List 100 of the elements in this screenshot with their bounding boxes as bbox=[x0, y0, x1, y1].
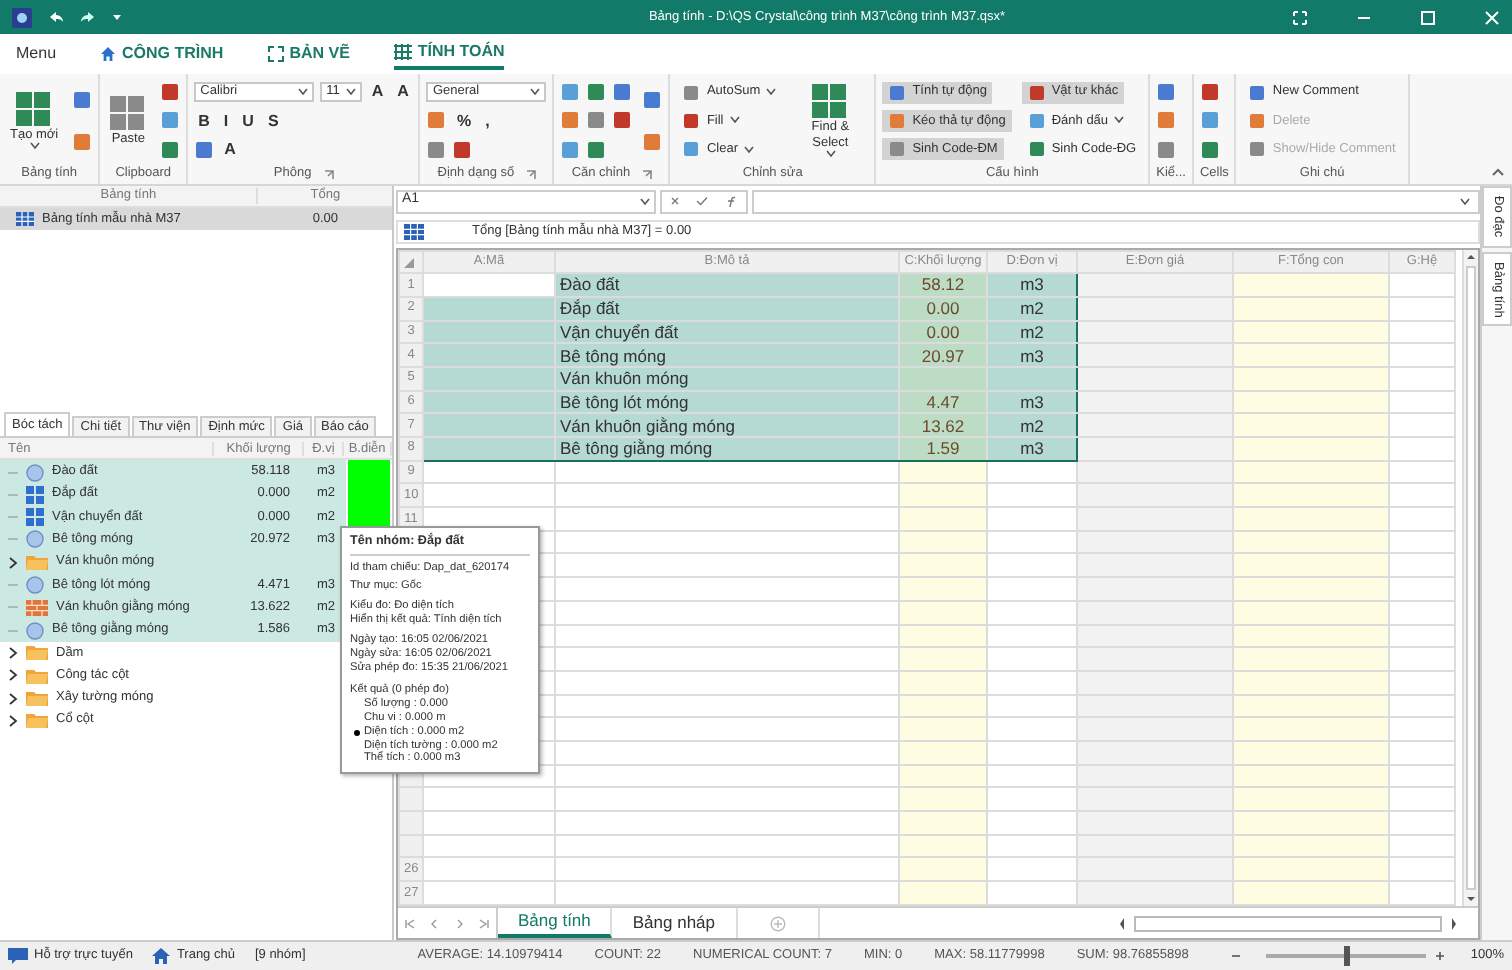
square-icon[interactable] bbox=[1199, 139, 1220, 160]
format-button[interactable]: % bbox=[452, 111, 476, 131]
launcher-icon[interactable] bbox=[526, 169, 537, 179]
table-cell[interactable] bbox=[423, 390, 555, 414]
square-icon[interactable] bbox=[560, 139, 581, 160]
square-icon[interactable] bbox=[642, 132, 663, 153]
square-icon[interactable] bbox=[426, 110, 447, 131]
cancel-icon[interactable] bbox=[670, 196, 681, 206]
scroll-up-icon[interactable] bbox=[1464, 250, 1478, 264]
table-cell: Vận chuyển đất bbox=[555, 320, 899, 344]
square-icon[interactable] bbox=[426, 139, 447, 160]
square-icon[interactable] bbox=[1027, 111, 1046, 130]
table-icon bbox=[393, 44, 412, 60]
table-cell[interactable] bbox=[423, 273, 555, 297]
square-icon[interactable] bbox=[612, 82, 633, 103]
square-icon[interactable] bbox=[682, 140, 701, 159]
sphere-icon bbox=[26, 621, 44, 640]
table-cell[interactable] bbox=[423, 413, 555, 437]
scroll-left-icon[interactable] bbox=[1118, 915, 1130, 931]
sheet-tab[interactable]: Bảng nháp bbox=[612, 908, 738, 938]
function-icon[interactable] bbox=[725, 195, 738, 207]
home-icon bbox=[152, 948, 171, 964]
format-button[interactable]: A bbox=[220, 139, 240, 160]
square-icon[interactable] bbox=[160, 82, 181, 103]
table-cell: Đắp đất bbox=[555, 296, 899, 321]
square-icon[interactable] bbox=[586, 110, 607, 131]
ribbon-tab[interactable]: CÔNG TRÌNH bbox=[100, 40, 224, 68]
format-button[interactable]: B bbox=[194, 111, 214, 131]
first-icon[interactable] bbox=[404, 917, 417, 929]
scroll-thumb[interactable] bbox=[1466, 266, 1476, 890]
square-icon[interactable] bbox=[1027, 83, 1046, 102]
format-button[interactable]: A bbox=[367, 82, 388, 103]
ribbon-tab[interactable]: Menu bbox=[16, 40, 57, 68]
table-cell[interactable] bbox=[423, 320, 555, 344]
square-icon[interactable] bbox=[1199, 82, 1220, 103]
square-icon[interactable] bbox=[1199, 110, 1220, 131]
square-icon[interactable] bbox=[160, 139, 181, 160]
ribbon-tab[interactable]: BẢN VẼ bbox=[267, 40, 350, 68]
table-cell[interactable] bbox=[423, 343, 555, 367]
square-icon[interactable] bbox=[560, 82, 581, 103]
scroll-thumb[interactable] bbox=[1134, 915, 1442, 931]
table-cell[interactable] bbox=[423, 296, 555, 321]
square-icon[interactable] bbox=[682, 83, 701, 102]
launcher-icon[interactable] bbox=[642, 169, 653, 179]
square-icon[interactable] bbox=[1156, 82, 1177, 103]
format-button[interactable]: I bbox=[219, 111, 233, 131]
previous-icon[interactable] bbox=[428, 917, 441, 929]
caret-icon bbox=[298, 88, 309, 97]
square-icon[interactable] bbox=[1156, 110, 1177, 131]
square-icon[interactable] bbox=[586, 139, 607, 160]
folder-icon bbox=[26, 667, 48, 684]
scroll-right-icon[interactable] bbox=[1446, 915, 1458, 931]
sphere-icon bbox=[26, 530, 44, 549]
caret-icon bbox=[345, 88, 356, 97]
square-icon[interactable] bbox=[72, 132, 93, 153]
chevron-icon[interactable] bbox=[8, 555, 18, 570]
grid-icon bbox=[110, 95, 147, 132]
square-icon[interactable] bbox=[682, 111, 701, 130]
caret-icon bbox=[766, 88, 777, 97]
collapse-icon[interactable] bbox=[1492, 168, 1504, 176]
zoom-in-icon[interactable] bbox=[1434, 949, 1447, 962]
brick-wall-icon bbox=[26, 599, 48, 616]
square-icon[interactable] bbox=[888, 83, 907, 102]
launcher-icon[interactable] bbox=[323, 169, 334, 179]
format-button[interactable]: U bbox=[238, 111, 258, 131]
caret-icon bbox=[825, 149, 836, 158]
square-icon[interactable] bbox=[888, 140, 907, 159]
formula-field[interactable] bbox=[752, 189, 1480, 213]
check-icon[interactable] bbox=[696, 196, 709, 206]
fullscreen-icon[interactable] bbox=[1292, 9, 1308, 25]
square-icon[interactable] bbox=[72, 89, 93, 110]
square-icon[interactable] bbox=[642, 89, 663, 110]
square-icon[interactable] bbox=[612, 110, 633, 131]
caret-icon[interactable] bbox=[112, 13, 122, 21]
format-button[interactable]: , bbox=[481, 111, 494, 131]
square-icon[interactable] bbox=[452, 139, 473, 160]
square-icon[interactable] bbox=[1027, 140, 1046, 159]
square-icon[interactable] bbox=[586, 82, 607, 103]
format-button[interactable]: S bbox=[263, 111, 283, 131]
redo-icon[interactable] bbox=[80, 10, 96, 24]
square-icon[interactable] bbox=[194, 139, 215, 160]
maximize-icon[interactable] bbox=[1420, 9, 1436, 25]
square-icon[interactable] bbox=[1156, 139, 1177, 160]
square-icon[interactable] bbox=[160, 110, 181, 131]
square-icon[interactable] bbox=[1248, 83, 1267, 102]
select-all-icon[interactable] bbox=[404, 257, 414, 268]
table-cell[interactable] bbox=[423, 437, 555, 461]
table-cell[interactable] bbox=[423, 366, 555, 391]
next-icon[interactable] bbox=[453, 917, 466, 929]
grid-icon bbox=[26, 508, 44, 527]
format-button[interactable]: A bbox=[393, 82, 413, 103]
undo-icon[interactable] bbox=[48, 10, 64, 24]
square-icon[interactable] bbox=[560, 110, 581, 131]
last-icon[interactable] bbox=[477, 917, 490, 929]
grid-icon bbox=[16, 91, 53, 128]
close-icon[interactable] bbox=[1484, 9, 1500, 25]
ribbon-tab[interactable]: TÍNH TOÁN bbox=[393, 38, 505, 70]
zoom-slider-thumb[interactable] bbox=[1344, 945, 1351, 966]
scroll-down-icon[interactable] bbox=[1464, 892, 1478, 906]
zoom-out-icon[interactable] bbox=[1230, 949, 1243, 962]
